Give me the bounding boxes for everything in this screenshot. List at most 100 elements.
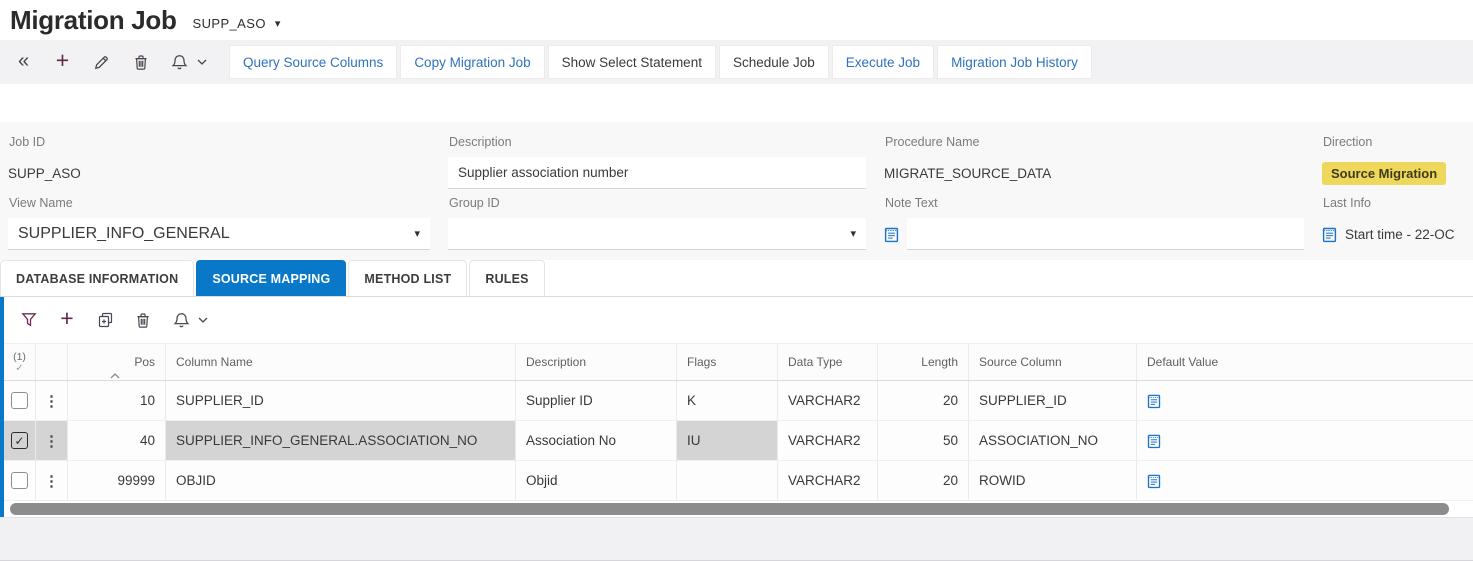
cell-default-value[interactable]: [1137, 461, 1473, 500]
tab-source-mapping[interactable]: SOURCE MAPPING: [196, 260, 347, 296]
column-header-description[interactable]: Description: [516, 344, 677, 380]
row-select-cell[interactable]: [4, 381, 36, 420]
cell-data-type[interactable]: VARCHAR2: [778, 461, 878, 500]
cell-source-column[interactable]: SUPPLIER_ID: [969, 381, 1137, 420]
cell-default-value[interactable]: [1137, 381, 1473, 420]
cell-pos[interactable]: 40: [68, 421, 166, 460]
last-info-label: Last Info: [1323, 196, 1371, 210]
view-name-value: SUPPLIER_INFO_GENERAL: [18, 224, 230, 242]
note-icon[interactable]: [1147, 473, 1161, 489]
view-name-select[interactable]: SUPPLIER_INFO_GENERAL ▾: [8, 218, 430, 250]
edit-button[interactable]: [82, 45, 121, 79]
double-chevron-left-icon: «: [17, 50, 30, 72]
procedure-name-field: Procedure Name MIGRATE_SOURCE_DATA: [884, 128, 1322, 189]
cell-flags[interactable]: IU: [677, 421, 778, 460]
note-icon[interactable]: [1322, 226, 1337, 243]
note-text-field: Note Text: [884, 189, 1322, 250]
kebab-menu-icon[interactable]: ⋮: [44, 392, 59, 410]
cell-data-type[interactable]: VARCHAR2: [778, 421, 878, 460]
copy-migration-job-button[interactable]: Copy Migration Job: [400, 45, 545, 79]
cell-pos[interactable]: 99999: [68, 461, 166, 500]
chevron-down-icon: ▾: [274, 17, 281, 30]
plus-icon: +: [60, 305, 74, 331]
cell-description[interactable]: Supplier ID: [516, 381, 677, 420]
cell-length[interactable]: 50: [878, 421, 969, 460]
row-menu-cell[interactable]: ⋮: [36, 381, 68, 420]
cell-column-name[interactable]: SUPPLIER_ID: [166, 381, 516, 420]
duplicate-row-button[interactable]: [86, 303, 124, 337]
cell-length[interactable]: 20: [878, 461, 969, 500]
view-name-field: View Name SUPPLIER_INFO_GENERAL ▾: [8, 189, 448, 250]
description-field: Description: [448, 128, 884, 189]
checkbox-checked[interactable]: ✓: [11, 432, 28, 449]
description-input[interactable]: [448, 157, 866, 189]
tab-database-information[interactable]: DATABASE INFORMATION: [0, 260, 195, 296]
cell-column-name[interactable]: OBJID: [166, 461, 516, 500]
kebab-menu-icon[interactable]: ⋮: [44, 472, 59, 490]
collapse-button[interactable]: «: [4, 45, 43, 79]
horizontal-scrollbar[interactable]: [4, 501, 1473, 517]
row-select-cell[interactable]: ✓: [4, 421, 36, 460]
column-header-flags[interactable]: Flags: [677, 344, 778, 380]
note-icon[interactable]: [1147, 433, 1161, 449]
column-header-column-name[interactable]: Column Name: [166, 344, 516, 380]
record-selector[interactable]: SUPP_ASO ▾: [193, 16, 281, 31]
column-header-pos[interactable]: Pos: [68, 344, 166, 380]
main-toolbar: « + Query Source Columns Copy Migration …: [0, 40, 1473, 84]
cell-column-name[interactable]: SUPPLIER_INFO_GENERAL.ASSOCIATION_NO: [166, 421, 516, 460]
column-header-default-value[interactable]: Default Value: [1137, 344, 1473, 380]
cell-source-column[interactable]: ROWID: [969, 461, 1137, 500]
select-all-header[interactable]: (1) ✓: [4, 344, 36, 380]
row-select-cell[interactable]: [4, 461, 36, 500]
note-icon[interactable]: [884, 226, 899, 243]
new-record-button[interactable]: +: [43, 45, 82, 79]
column-header-data-type[interactable]: Data Type: [778, 344, 878, 380]
add-row-button[interactable]: +: [48, 303, 86, 337]
execute-job-button[interactable]: Execute Job: [831, 45, 935, 79]
schedule-job-button[interactable]: Schedule Job: [718, 45, 829, 79]
cell-source-column[interactable]: ASSOCIATION_NO: [969, 421, 1137, 460]
show-select-statement-button[interactable]: Show Select Statement: [547, 45, 716, 79]
filter-button[interactable]: [10, 303, 48, 337]
cell-default-value[interactable]: [1137, 421, 1473, 460]
cell-description[interactable]: Objid: [516, 461, 677, 500]
tab-rules[interactable]: RULES: [469, 260, 545, 296]
job-id-field: Job ID SUPP_ASO: [8, 128, 448, 189]
cell-flags[interactable]: K: [677, 381, 778, 420]
table-row-selected[interactable]: ✓ ⋮ 40 SUPPLIER_INFO_GENERAL.ASSOCIATION…: [4, 421, 1473, 461]
tab-method-list[interactable]: METHOD LIST: [348, 260, 468, 296]
delete-button[interactable]: [121, 45, 160, 79]
scrollbar-thumb[interactable]: [10, 503, 1449, 515]
copy-plus-icon: [97, 312, 114, 329]
check-icon: ✓: [15, 362, 24, 374]
spacer: [0, 84, 1473, 122]
view-name-label: View Name: [9, 196, 73, 210]
group-id-select[interactable]: ▾: [448, 218, 866, 250]
column-header-length[interactable]: Length: [878, 344, 969, 380]
grid-more-menu[interactable]: [192, 303, 214, 337]
migration-job-history-button[interactable]: Migration Job History: [937, 45, 1092, 79]
note-text-input[interactable]: [907, 218, 1304, 250]
job-details-form: Job ID SUPP_ASO Description Procedure Na…: [0, 122, 1473, 260]
table-row[interactable]: ⋮ 10 SUPPLIER_ID Supplier ID K VARCHAR2 …: [4, 381, 1473, 421]
cell-pos[interactable]: 10: [68, 381, 166, 420]
row-menu-cell[interactable]: ⋮: [36, 421, 68, 460]
trash-icon: [133, 54, 149, 71]
checkbox[interactable]: [11, 472, 28, 489]
row-menu-cell[interactable]: ⋮: [36, 461, 68, 500]
cell-description[interactable]: Association No: [516, 421, 677, 460]
note-icon[interactable]: [1147, 393, 1161, 409]
column-header-source-column[interactable]: Source Column: [969, 344, 1137, 380]
kebab-menu-icon[interactable]: ⋮: [44, 432, 59, 450]
checkbox[interactable]: [11, 392, 28, 409]
toolbar-more-menu[interactable]: [191, 45, 213, 79]
cell-length[interactable]: 20: [878, 381, 969, 420]
table-row[interactable]: ⋮ 99999 OBJID Objid VARCHAR2 20 ROWID: [4, 461, 1473, 501]
query-source-columns-button[interactable]: Query Source Columns: [229, 45, 398, 79]
cell-data-type[interactable]: VARCHAR2: [778, 381, 878, 420]
record-selector-value: SUPP_ASO: [192, 15, 266, 31]
cell-flags[interactable]: [677, 461, 778, 500]
delete-row-button[interactable]: [124, 303, 162, 337]
direction-field: Direction Source Migration: [1322, 128, 1473, 189]
funnel-icon: [21, 312, 37, 328]
